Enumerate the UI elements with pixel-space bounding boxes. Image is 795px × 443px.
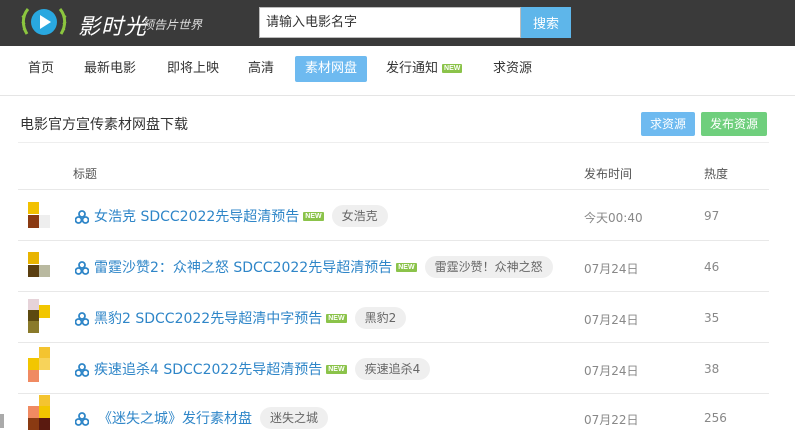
brand-name[interactable]: 影时光: [78, 9, 147, 41]
publish-date: 今天00:40: [584, 211, 643, 225]
new-badge: NEW: [396, 262, 417, 272]
thumbnail[interactable]: [26, 201, 52, 231]
table-row: 《迷失之城》发行素材盘 迷失之城 07月22日 256: [0, 394, 795, 443]
scroll-indicator[interactable]: [0, 414, 4, 428]
nav-label: 最新电影: [84, 61, 137, 76]
publish-date: 07月24日: [584, 364, 639, 378]
nav-item-release-notice[interactable]: 发行通知 NEW: [376, 56, 472, 82]
new-badge: NEW: [442, 64, 463, 73]
heat-count: 46: [704, 260, 720, 274]
table-row: 女浩克 SDCC2022先导超清预告 NEW 女浩克 今天00:40 97: [0, 190, 795, 241]
nav-label: 首页: [28, 61, 55, 76]
nav-item-material-disk[interactable]: 素材网盘: [295, 56, 368, 82]
thumbnail[interactable]: [26, 299, 52, 333]
brand-tagline: 预告片世界: [142, 18, 203, 32]
nav-item-upcoming[interactable]: 即将上映: [157, 56, 229, 82]
nav-label: 即将上映: [167, 61, 220, 76]
movie-tag[interactable]: 疾速追杀4: [354, 358, 431, 380]
nav-item-home[interactable]: 首页: [18, 56, 64, 82]
table-row: 疾速追杀4 SDCC2022先导超清预告 NEW 疾速追杀4 07月24日 38: [0, 343, 795, 394]
column-header-title: 标题: [73, 167, 98, 181]
thumbnail[interactable]: [26, 347, 52, 382]
main-nav: 首页 最新电影 即将上映 高清 素材网盘 发行通知 NEW 求资源: [0, 46, 795, 96]
publish-date: 07月22日: [584, 413, 639, 427]
heat-count: 97: [704, 209, 720, 223]
request-resource-button[interactable]: 求资源: [641, 112, 696, 136]
thumbnail[interactable]: [26, 251, 52, 281]
heat-count: 38: [704, 362, 720, 376]
share-link-icon: [75, 312, 89, 326]
movie-tag[interactable]: 迷失之城: [260, 407, 329, 429]
share-link-icon: [75, 363, 89, 377]
nav-label: 求资源: [493, 61, 533, 76]
section-title: 电影官方宣传素材网盘下载: [20, 117, 188, 133]
new-badge: NEW: [326, 364, 347, 374]
resource-title-link[interactable]: 《迷失之城》发行素材盘: [98, 408, 252, 428]
new-badge: NEW: [303, 211, 324, 221]
logo-play-icon[interactable]: [20, 4, 68, 42]
nav-label: 高清: [248, 61, 275, 76]
heat-count: 256: [704, 411, 727, 425]
publish-date: 07月24日: [584, 262, 639, 276]
share-link-icon: [75, 261, 89, 275]
nav-item-request[interactable]: 求资源: [483, 56, 542, 82]
table-row: 雷霆沙赞2：众神之怒 SDCC2022先导超清预告 NEW 雷霆沙赞！众神之怒 …: [0, 241, 795, 292]
movie-tag[interactable]: 女浩克: [331, 205, 388, 227]
thumbnail[interactable]: [26, 395, 52, 437]
movie-tag[interactable]: 雷霆沙赞！众神之怒: [424, 256, 553, 278]
heat-count: 35: [704, 311, 720, 325]
resource-title-link[interactable]: 女浩克 SDCC2022先导超清预告: [94, 206, 299, 226]
resource-title-link[interactable]: 疾速追杀4 SDCC2022先导超清预告: [94, 359, 322, 379]
new-badge: NEW: [326, 313, 347, 323]
movie-tag[interactable]: 黑豹2: [354, 307, 407, 329]
nav-label: 发行通知: [386, 61, 439, 76]
share-link-icon: [75, 412, 89, 426]
resource-title-link[interactable]: 黑豹2 SDCC2022先导超清中字预告: [94, 308, 322, 328]
resource-title-link[interactable]: 雷霆沙赞2：众神之怒 SDCC2022先导超清预告: [94, 257, 392, 277]
search-input[interactable]: [259, 7, 521, 38]
nav-item-hd[interactable]: 高清: [238, 56, 284, 82]
divider: [18, 142, 769, 143]
search-button[interactable]: 搜索: [521, 7, 571, 38]
table-row: 黑豹2 SDCC2022先导超清中字预告 NEW 黑豹2 07月24日 35: [0, 292, 795, 343]
nav-label: 素材网盘: [305, 61, 358, 76]
column-header-heat: 热度: [704, 167, 729, 181]
share-link-icon: [75, 210, 89, 224]
column-header-date: 发布时间: [584, 167, 633, 181]
nav-item-latest[interactable]: 最新电影: [74, 56, 146, 82]
publish-date: 07月24日: [584, 313, 639, 327]
top-header: 影时光 预告片世界 搜索: [0, 0, 795, 46]
publish-resource-button[interactable]: 发布资源: [701, 112, 768, 136]
